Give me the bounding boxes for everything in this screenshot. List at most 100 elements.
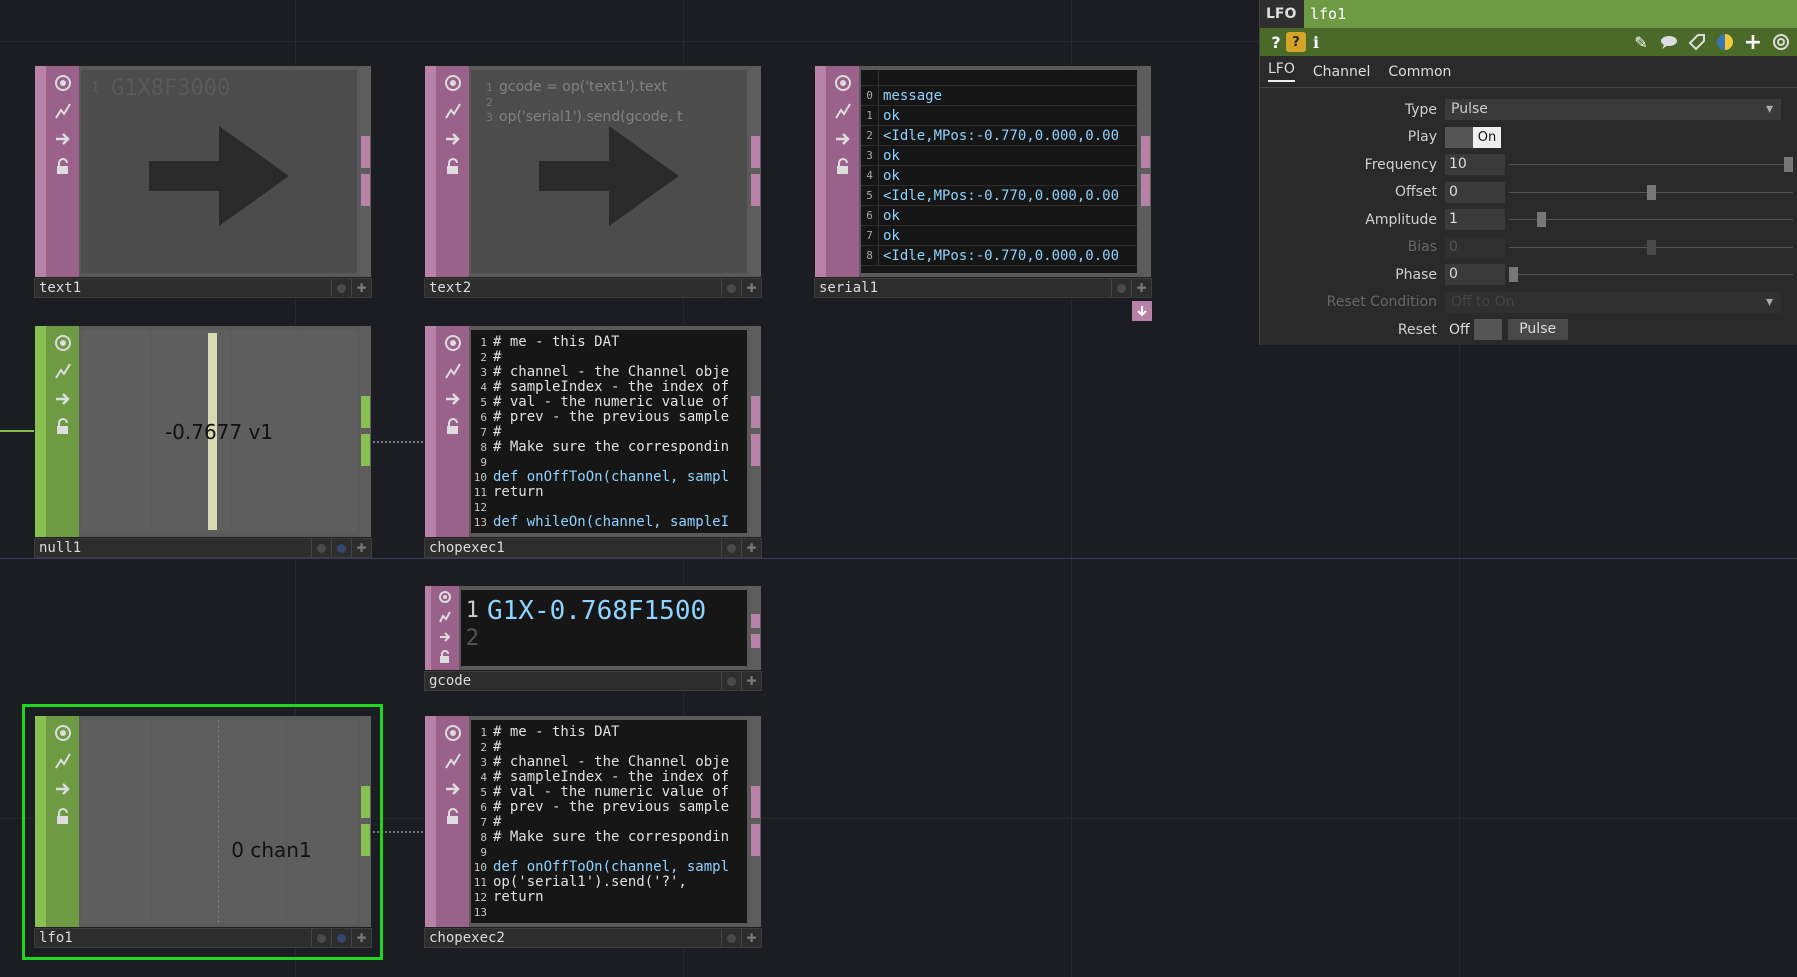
help-icon[interactable]: ? — [1266, 32, 1286, 52]
amplitude-field[interactable]: 1 — [1445, 209, 1505, 231]
bypass-icon[interactable] — [439, 357, 467, 385]
node-label[interactable]: null1 ✚ — [34, 538, 372, 558]
comment-icon[interactable] — [1659, 32, 1679, 52]
add-icon[interactable]: ✚ — [1131, 279, 1151, 297]
add-icon[interactable]: ✚ — [741, 672, 761, 690]
tab-common[interactable]: Common — [1388, 64, 1451, 80]
node-label[interactable]: chopexec2 ✚ — [424, 928, 762, 948]
lock-icon[interactable] — [49, 803, 77, 831]
info-icon[interactable]: i — [1306, 32, 1326, 52]
add-icon[interactable]: ✚ — [741, 279, 761, 297]
bypass-icon[interactable] — [49, 97, 77, 125]
display-arrow-icon[interactable] — [49, 775, 77, 803]
node-gcode[interactable]: 1 G1X-0.768F1500 2 gcode ✚ — [424, 585, 762, 691]
network-pane[interactable]: 1 G1X8F3000 text1 ✚ 1 gcode = op('text1'… — [0, 0, 1797, 977]
add-icon[interactable]: ✚ — [351, 929, 371, 947]
text-dat-arrow-icon — [149, 125, 289, 226]
display-arrow-icon[interactable] — [829, 125, 857, 153]
bypass-icon[interactable] — [439, 97, 467, 125]
tab-channel[interactable]: Channel — [1313, 64, 1370, 80]
viewer-icon[interactable] — [439, 69, 467, 97]
viewer-toggle[interactable] — [311, 539, 331, 557]
lock-icon[interactable] — [439, 803, 467, 831]
tab-lfo[interactable]: LFO — [1268, 61, 1295, 82]
node-null1[interactable]: -0.7677 v1 null1 ✚ — [34, 325, 372, 558]
bypass-icon[interactable] — [49, 357, 77, 385]
phase-field[interactable]: 0 — [1445, 264, 1505, 286]
node-label[interactable]: gcode ✚ — [424, 671, 762, 691]
offset-field[interactable]: 0 — [1445, 181, 1505, 203]
display-arrow-icon[interactable] — [49, 385, 77, 413]
python-icon[interactable] — [1715, 32, 1735, 52]
op-name-field[interactable]: lfo1 — [1304, 0, 1797, 28]
display-arrow-icon[interactable] — [439, 775, 467, 803]
node-label[interactable]: text1 ✚ — [34, 278, 372, 298]
add-icon[interactable]: ✚ — [741, 539, 761, 557]
node-label[interactable]: chopexec1 ✚ — [424, 538, 762, 558]
bypass-icon[interactable] — [49, 747, 77, 775]
viewer-icon[interactable] — [49, 719, 77, 747]
tag-icon[interactable] — [1687, 32, 1707, 52]
viewer-icon[interactable] — [439, 719, 467, 747]
node-serial1[interactable]: 0 message 1 ok 2 <Idle,MPos:-0.770,0.000,0.… — [814, 65, 1152, 321]
bias-slider[interactable] — [1509, 237, 1797, 258]
display-arrow-icon[interactable] — [439, 125, 467, 153]
viewer-icon[interactable] — [431, 587, 459, 607]
add-icon[interactable]: + — [1743, 30, 1763, 55]
lock-icon[interactable] — [49, 153, 77, 181]
bypass-icon[interactable] — [439, 747, 467, 775]
viewer-icon[interactable] — [49, 329, 77, 357]
viewer-toggle[interactable] — [331, 279, 351, 297]
viewer-icon[interactable] — [829, 69, 857, 97]
bypass-icon[interactable] — [431, 607, 459, 627]
node-label[interactable]: lfo1 ✚ — [34, 928, 372, 948]
display-arrow-icon[interactable] — [49, 125, 77, 153]
table-row: 4 ok — [861, 166, 1137, 186]
display-arrow-icon[interactable] — [439, 385, 467, 413]
node-flag-strip — [815, 66, 859, 277]
target-icon[interactable] — [1771, 32, 1791, 52]
type-dropdown[interactable]: Pulse ▾ — [1445, 99, 1781, 121]
add-icon[interactable]: ✚ — [351, 539, 371, 557]
reset-condition-dropdown[interactable]: Off to On ▾ — [1445, 291, 1781, 313]
amplitude-slider[interactable] — [1509, 209, 1797, 230]
lock-icon[interactable] — [49, 413, 77, 441]
display-arrow-icon[interactable] — [431, 627, 459, 647]
node-lfo1[interactable]: 0 chan1 lfo1 ✚ — [34, 715, 372, 948]
node-text2[interactable]: 1 gcode = op('text1').text 2 3 op('serial1… — [424, 65, 762, 298]
lock-icon[interactable] — [439, 413, 467, 441]
lock-icon[interactable] — [431, 647, 459, 667]
channel-readout: 0 chan1 — [231, 837, 312, 862]
node-text1[interactable]: 1 G1X8F3000 text1 ✚ — [34, 65, 372, 298]
viewer-icon[interactable] — [439, 329, 467, 357]
bypass-icon[interactable] — [829, 97, 857, 125]
lock-icon[interactable] — [439, 153, 467, 181]
reset-toggle[interactable]: Off — [1445, 319, 1502, 341]
viewer-toggle[interactable] — [311, 929, 331, 947]
play-toggle[interactable]: On — [1445, 126, 1501, 148]
node-label[interactable]: text2 ✚ — [424, 278, 762, 298]
add-icon[interactable]: ✚ — [351, 279, 371, 297]
frequency-slider[interactable] — [1509, 154, 1797, 175]
edit-icon[interactable]: ✎ — [1631, 32, 1651, 52]
offset-slider[interactable] — [1509, 182, 1797, 203]
download-icon[interactable] — [1132, 301, 1152, 321]
viewer-icon[interactable] — [49, 69, 77, 97]
add-icon[interactable]: ✚ — [741, 929, 761, 947]
python-help-icon[interactable]: ? — [1286, 32, 1306, 52]
phase-slider[interactable] — [1509, 264, 1797, 285]
node-chopexec2[interactable]: 1 # me - this DAT 2 # 3 # channel - the Cha… — [424, 715, 762, 948]
viewer-toggle[interactable] — [1111, 279, 1131, 297]
display-toggle[interactable] — [331, 929, 351, 947]
viewer-toggle[interactable] — [721, 929, 741, 947]
frequency-field[interactable]: 10 — [1445, 154, 1505, 176]
viewer-toggle[interactable] — [721, 539, 741, 557]
node-label[interactable]: serial1 ✚ — [814, 278, 1152, 298]
display-toggle[interactable] — [331, 539, 351, 557]
node-chopexec1[interactable]: 1 # me - this DAT 2 # 3 # channel - the Cha… — [424, 325, 762, 558]
viewer-toggle[interactable] — [721, 672, 741, 690]
lock-icon[interactable] — [829, 153, 857, 181]
reset-pulse-button[interactable]: Pulse — [1507, 319, 1568, 341]
bias-field[interactable]: 0 — [1445, 236, 1505, 258]
viewer-toggle[interactable] — [721, 279, 741, 297]
